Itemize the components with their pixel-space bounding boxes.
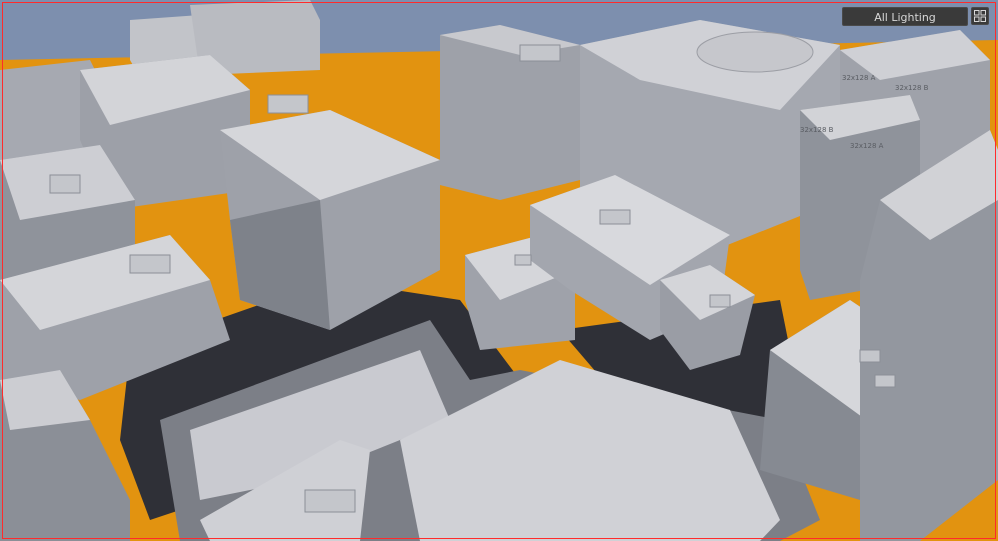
city-scene[interactable]: 32x128 A 32x128 B 32x128 B 32x128 A (0, 0, 998, 541)
viewport-layout-button[interactable] (971, 7, 989, 25)
roof-label: 32x128 A (842, 74, 876, 82)
rooftop-unit (49, 174, 81, 194)
level-viewport[interactable]: 32x128 A 32x128 B 32x128 B 32x128 A All … (0, 0, 998, 541)
roof-label: 32x128 A (850, 142, 884, 150)
roof-label: 32x128 B (800, 126, 834, 134)
rooftop-unit (859, 349, 881, 363)
rooftop-unit (599, 209, 631, 225)
rooftop-unit (304, 489, 356, 513)
viewport-layout-grid-icon (974, 10, 986, 22)
rooftop-unit (129, 254, 171, 274)
rooftop-unit (514, 254, 532, 266)
rooftop-unit (267, 94, 309, 114)
rooftop-unit (874, 374, 896, 388)
rooftop-unit (709, 294, 731, 308)
roof-label: 32x128 B (895, 84, 929, 92)
rooftop-unit (519, 44, 561, 62)
rooftop-dome (696, 31, 814, 73)
lighting-mode-dropdown[interactable]: All Lighting (842, 7, 968, 26)
